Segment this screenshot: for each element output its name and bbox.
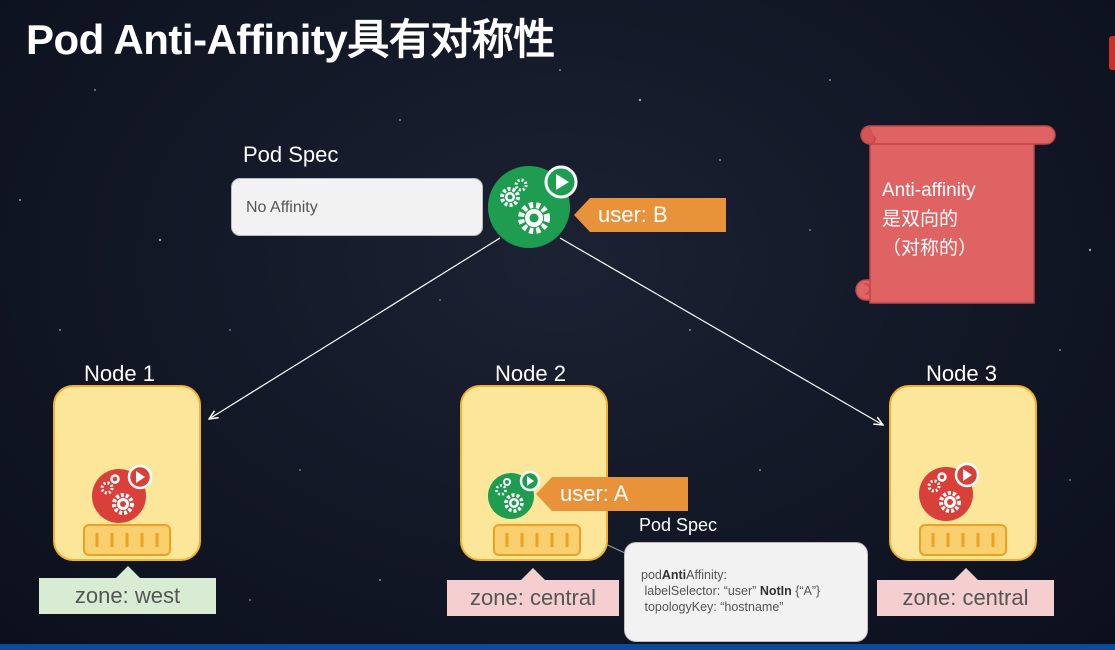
user-a-pod-spec-box: podAntiAffinity: labelSelector: “user” N… bbox=[624, 542, 868, 642]
existing-pod-gear-icon bbox=[919, 462, 980, 521]
node-1-zone: zone: west bbox=[39, 566, 216, 614]
existing-pod-gear-icon bbox=[92, 464, 153, 523]
top-pod-spec-label: Pod Spec bbox=[243, 142, 339, 167]
pod-gear-icon bbox=[488, 165, 578, 248]
spec-line-pod-anti-affinity: podAntiAffinity: bbox=[641, 568, 727, 582]
user-a-label-tag: user: A bbox=[536, 477, 688, 511]
scroll-line-1: Anti-affinity bbox=[882, 180, 976, 201]
scroll-line-3: （对称的） bbox=[882, 238, 978, 259]
spec-line-topology-key: topologyKey: “hostname” bbox=[644, 600, 784, 614]
node-2-resource-icon bbox=[493, 524, 581, 556]
scroll-line-2: 是双向的 bbox=[882, 209, 959, 230]
node-2-zone: zone: central bbox=[447, 568, 619, 616]
spec-line-label-selector: labelSelector: “user” NotIn {“A”} bbox=[644, 584, 821, 598]
node-1-resource-icon bbox=[83, 524, 171, 556]
arrow-to-node-3 bbox=[559, 237, 883, 425]
user-a-pod-gear-icon bbox=[488, 470, 541, 519]
node-3-label: Node 3 bbox=[926, 361, 997, 386]
arrow-to-node-1 bbox=[209, 237, 501, 419]
top-pod-spec-box: No Affinity bbox=[231, 178, 483, 236]
top-pod-label-tag: user: B bbox=[574, 198, 726, 232]
node-2-label: Node 2 bbox=[495, 361, 566, 386]
node-3-resource-icon bbox=[919, 524, 1007, 556]
node-1-label: Node 1 bbox=[84, 361, 155, 386]
node-3-zone: zone: central bbox=[877, 568, 1054, 616]
scroll-text: Anti-affinity 是双向的 （对称的） bbox=[882, 176, 977, 263]
user-a-pod-spec-label: Pod Spec bbox=[639, 515, 718, 535]
